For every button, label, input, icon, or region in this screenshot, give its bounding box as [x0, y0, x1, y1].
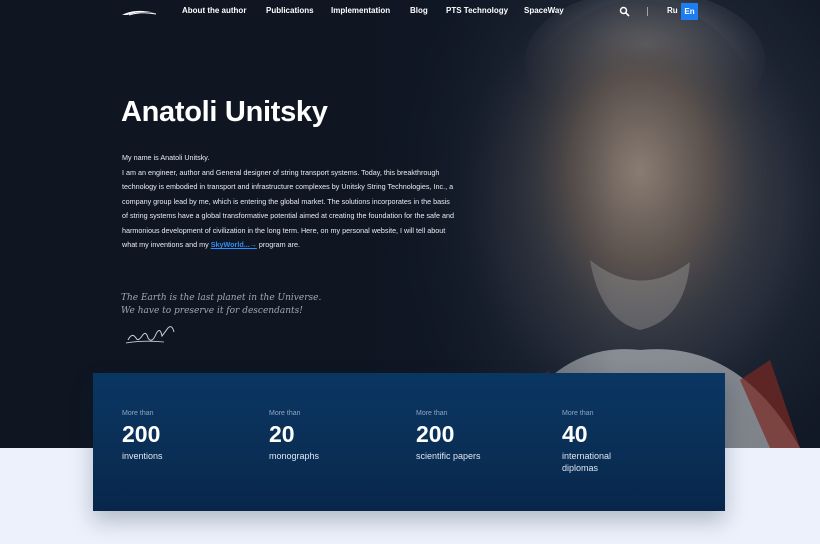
quote-line-1: The Earth is the last planet in the Univ…	[121, 293, 322, 303]
stat-label: monographs	[269, 451, 320, 461]
stat-prefix: More than	[562, 410, 594, 417]
stat-prefix: More than	[269, 410, 301, 417]
stat-value: 40	[562, 421, 588, 447]
stat-scientific-papers: More than 200 scientific papers	[416, 410, 536, 462]
stat-prefix: More than	[416, 410, 448, 417]
intro-greeting: My name is Anatoli Unitsky.	[122, 153, 210, 162]
nav-publications[interactable]: Publications	[266, 6, 314, 15]
lang-ru-button[interactable]: Ru	[667, 6, 678, 15]
nav-pts-technology[interactable]: PTS Technology	[446, 6, 508, 15]
nav-spaceway[interactable]: SpaceWay	[524, 6, 564, 15]
quote-line-2: We have to preserve it for descendants!	[121, 306, 303, 316]
stat-inventions: More than 200 inventions	[122, 410, 242, 462]
stat-label: inventions	[122, 451, 163, 461]
skyworld-link[interactable]: SkyWorld...→	[211, 240, 257, 249]
stat-label: international diplomas	[562, 451, 612, 473]
nav-implementation[interactable]: Implementation	[331, 6, 390, 15]
lang-en-button[interactable]: En	[681, 3, 698, 20]
stat-value: 200	[416, 421, 455, 447]
intro-body-text: I am an engineer, author and General des…	[122, 167, 455, 250]
stat-international-diplomas: More than 40 international diplomas	[562, 410, 682, 474]
search-icon[interactable]	[619, 6, 630, 17]
stat-value: 20	[269, 421, 295, 447]
nav-blog[interactable]: Blog	[410, 6, 428, 15]
stat-monographs: More than 20 monographs	[269, 410, 389, 462]
stat-value: 200	[122, 421, 161, 447]
logo-icon[interactable]	[121, 7, 157, 17]
signature-image	[125, 326, 175, 344]
stat-prefix: More than	[122, 410, 154, 417]
page-title: Anatoli Unitsky	[121, 96, 328, 128]
top-navigation: About the author Publications Implementa…	[0, 0, 820, 24]
stats-panel: More than 200 inventions More than 20 mo…	[93, 373, 725, 511]
handwritten-quote: The Earth is the last planet in the Univ…	[121, 292, 321, 318]
intro-text: My name is Anatoli Unitsky. I am an engi…	[122, 151, 454, 253]
intro-tail-text: program are.	[256, 240, 301, 249]
stat-label: scientific papers	[416, 451, 481, 461]
nav-divider	[647, 7, 648, 16]
intro-body: I am an engineer, author and General des…	[122, 166, 454, 253]
nav-about-the-author[interactable]: About the author	[182, 6, 246, 15]
